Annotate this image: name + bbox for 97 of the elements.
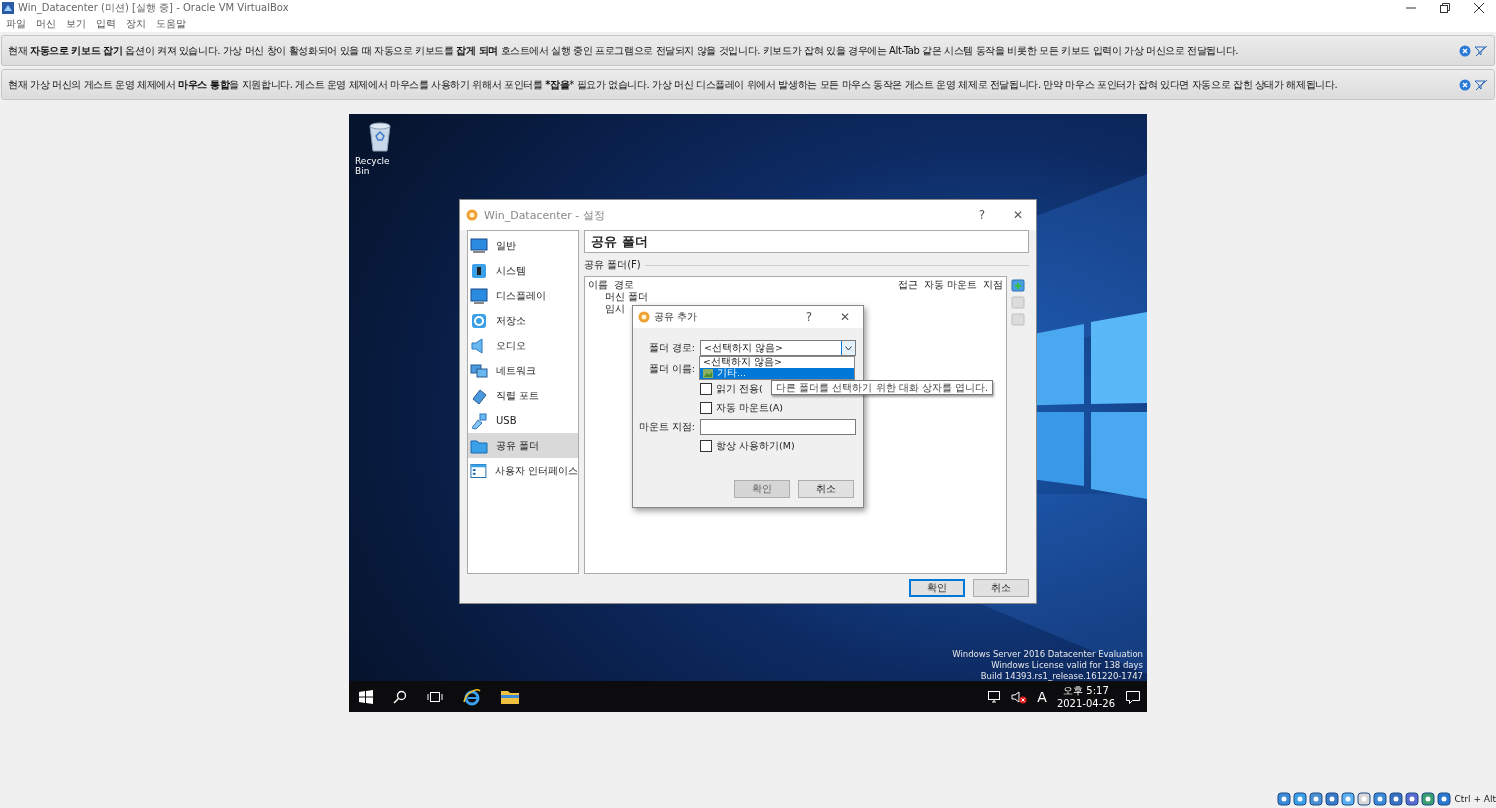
menu-item[interactable]: 장치 xyxy=(126,16,146,31)
dialog-title: Win_Datacenter - 설정 xyxy=(484,207,606,223)
host-key-label: Ctrl + Alt xyxy=(1454,794,1496,804)
desktop-info-text: Build 14393.rs1_release.161220-1747 xyxy=(980,671,1143,681)
device-icon[interactable] xyxy=(1356,792,1371,806)
device-icon[interactable] xyxy=(1404,792,1419,806)
column-header[interactable]: 경로 xyxy=(614,278,634,292)
folder-icon[interactable] xyxy=(501,689,519,704)
mount-point-field[interactable] xyxy=(700,419,856,435)
sidebar-label: 오디오 xyxy=(496,338,526,353)
menu-item[interactable]: 보기 xyxy=(66,16,86,31)
column-header[interactable]: 접근 xyxy=(897,278,918,292)
close-icon xyxy=(1474,2,1484,13)
clock-time: 오후 5:17 xyxy=(1063,683,1109,697)
close-icon[interactable] xyxy=(1459,44,1471,57)
speaker-muted-icon[interactable] xyxy=(1011,689,1028,704)
sidebar-label: 네트워크 xyxy=(496,363,536,378)
dialog-button[interactable]: 취소 xyxy=(798,480,854,498)
checkbox[interactable]: 자동 마운트(A) xyxy=(700,399,856,417)
usb-icon xyxy=(470,411,488,430)
windows-logo-icon[interactable] xyxy=(359,689,373,704)
field-label: 마운트 지점: xyxy=(637,420,695,434)
device-icon[interactable] xyxy=(1292,792,1307,806)
sidebar-label: USB xyxy=(496,415,517,426)
dialog-button[interactable]: 확인 xyxy=(909,579,965,597)
restore-icon xyxy=(1440,2,1450,13)
sidebar-item[interactable]: 직렬 포트 xyxy=(468,383,578,408)
sidebar-item[interactable]: 디스플레이 xyxy=(468,283,578,308)
close-icon[interactable] xyxy=(1459,78,1471,91)
picture-folder-icon xyxy=(703,369,713,378)
tooltip: 다른 폴더를 선택하기 위한 대화 상자를 엽니다. xyxy=(771,380,994,395)
table-row[interactable]: 머신 폴더 xyxy=(588,291,1003,303)
taskbar-clock[interactable]: 오후 5:17 2021-04-26 xyxy=(1056,683,1115,710)
device-icon[interactable] xyxy=(1372,792,1387,806)
desktop-icon-label: Recycle Bin xyxy=(355,156,391,176)
dropdown-option[interactable]: 기타... xyxy=(700,368,854,379)
close-button[interactable]: ✕ xyxy=(1000,200,1036,230)
help-button[interactable]: ? xyxy=(791,306,827,328)
sidebar-label: 일반 xyxy=(496,238,516,253)
sidebar-item[interactable]: USB xyxy=(468,408,578,433)
sidebar-item[interactable]: 시스템 xyxy=(468,258,578,283)
notification-text: 현재 자동으로 키보드 잡기 옵션이 켜져 있습니다. 가상 머신 창이 활성화되어 있을 때 자동으로 키보드를 잡게 되며 호스트에서 실행 중인 프로그램으로 전달되지 않을 것입니다. 키보드가 잡혀 있을 경우에는 Alt-Tab 같은 시스템 동작을 비롯한 모든 키보드 입력이 가상 머신으로 전달됩니다. xyxy=(8,43,1240,58)
menu-item[interactable]: 파일 xyxy=(6,16,26,31)
add-folder-icon[interactable] xyxy=(1011,278,1025,292)
sidebar-label: 저장소 xyxy=(496,313,526,328)
folder-path-combo[interactable]: <선택하지 않음> xyxy=(700,340,856,356)
notification-icon[interactable] xyxy=(1125,689,1141,704)
sidebar-item[interactable]: 네트워크 xyxy=(468,358,578,383)
monitor-icon xyxy=(470,236,488,255)
sidebar-label: 시스템 xyxy=(496,263,526,278)
column-header[interactable]: 자동 마운트 xyxy=(923,278,977,292)
sidebar-label: 디스플레이 xyxy=(496,288,546,303)
sidebar-item[interactable]: 오디오 xyxy=(468,333,578,358)
device-icon[interactable] xyxy=(1436,792,1451,806)
desktop-info-text: Windows Server 2016 Datacenter Evaluation xyxy=(952,649,1143,659)
window-title: Win_Datacenter (미션) [실행 중] - Oracle VM VirtualBox xyxy=(18,0,290,15)
gear-icon xyxy=(638,311,650,323)
column-header[interactable]: 이름 xyxy=(588,278,608,292)
window-icon xyxy=(470,461,487,480)
device-icon[interactable] xyxy=(1276,792,1291,806)
device-icon[interactable] xyxy=(1340,792,1355,806)
sidebar-item[interactable]: 일반 xyxy=(468,233,578,258)
help-button[interactable]: ? xyxy=(964,200,1000,230)
sidebar-label: 공유 폴더 xyxy=(496,438,540,453)
menu-item[interactable]: 머신 xyxy=(36,16,56,31)
menu-item[interactable]: 입력 xyxy=(96,16,116,31)
sidebar-item[interactable]: 저장소 xyxy=(468,308,578,333)
desktop-info-text: Windows License valid for 138 days xyxy=(991,660,1143,670)
sidebar-label: 사용자 인터페이스 xyxy=(494,463,578,478)
clock-date: 2021-04-26 xyxy=(1056,696,1115,710)
dialog-title: 공유 추가 xyxy=(654,310,699,324)
gear-icon xyxy=(466,209,478,221)
column-header[interactable]: 지점 xyxy=(983,278,1003,292)
dialog-button[interactable]: 취소 xyxy=(973,579,1029,597)
device-icon[interactable] xyxy=(1324,792,1339,806)
page-title: 공유 폴더 xyxy=(584,230,1029,253)
close-button[interactable]: ✕ xyxy=(827,306,863,328)
sidebar-item[interactable]: 공유 폴더 xyxy=(468,433,578,458)
device-icon[interactable] xyxy=(1308,792,1323,806)
field-label: 폴더 이름: xyxy=(647,362,695,376)
sidebar-label: 직렬 포트 xyxy=(496,388,540,403)
device-icon[interactable] xyxy=(1420,792,1435,806)
chip-icon xyxy=(470,261,488,280)
notification-text: 현재 가상 머신의 게스트 운영 체제에서 마우스 통합을 지원합니다. 게스트 운영 체제에서 마우스를 사용하기 위해서 포인터를 *잡을* 필요가 없습니다. 가상 머신 디스플레이 위에서 발생하는 모든 마우스 동작은 게스트 운영 체제로 전달됩니다. 만약 마우스 포인터가 잡혀 있다면 자동으로 잡힌 상태가 해제됩니다. xyxy=(8,77,1339,92)
monitor-icon xyxy=(470,286,488,305)
task-view-icon[interactable] xyxy=(427,690,443,703)
menu-item[interactable]: 도움말 xyxy=(156,16,186,31)
device-icon[interactable] xyxy=(1388,792,1403,806)
browser-icon[interactable] xyxy=(463,687,481,706)
app-icon xyxy=(2,1,14,14)
sidebar-item[interactable]: 사용자 인터페이스 xyxy=(468,458,578,483)
field-label: 폴더 경로: xyxy=(647,341,695,355)
caret-icon xyxy=(845,345,852,351)
group-label: 공유 폴더(F) xyxy=(584,258,641,272)
search-icon[interactable] xyxy=(393,689,407,704)
checkbox[interactable]: 항상 사용하기(M) xyxy=(700,437,856,455)
input-indicator[interactable]: A xyxy=(1037,688,1047,705)
